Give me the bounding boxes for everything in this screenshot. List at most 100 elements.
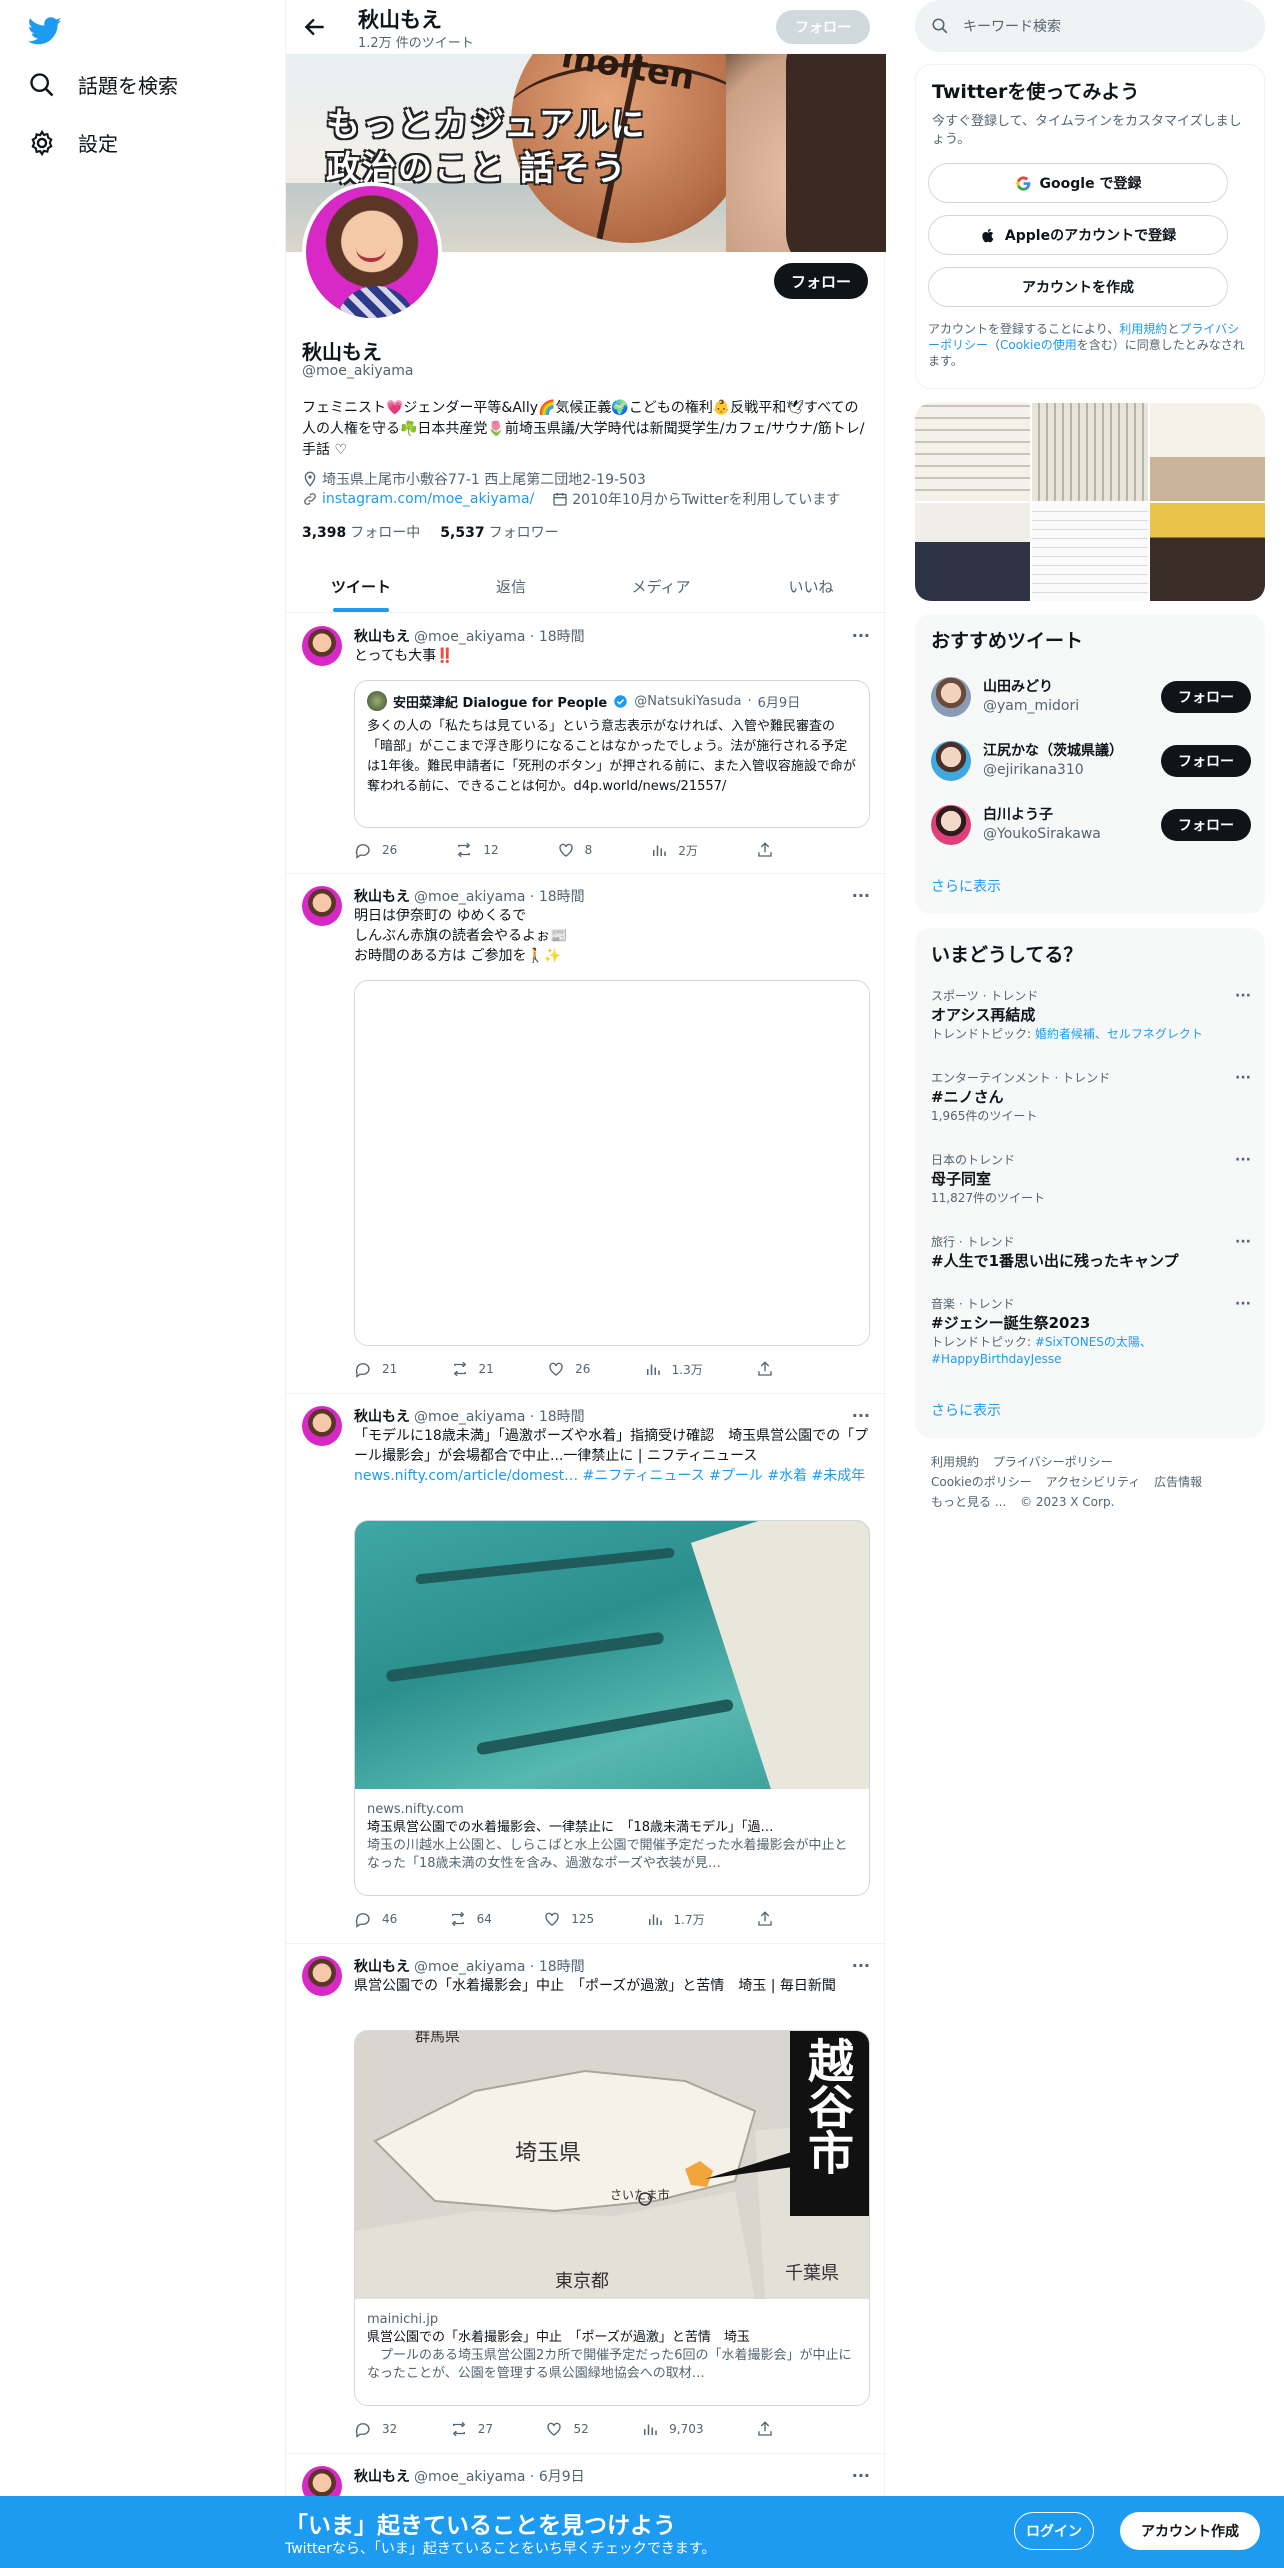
follow-button[interactable]: フォロー bbox=[1161, 809, 1251, 841]
trend-item[interactable]: 音楽 · トレンド #ジェシー誕生祭2023 トレンドトピック: #SixTON… bbox=[931, 1296, 1251, 1368]
tweet[interactable]: 秋山もえ @moe_akiyama · 18時間 ··· 県営公園での「水着撮影会… bbox=[286, 1944, 886, 2454]
reply-button[interactable]: 46 bbox=[354, 1910, 397, 1928]
tweet[interactable]: 秋山もえ @moe_akiyama · 18時間 ··· 明日は伊奈町の ゆめくる… bbox=[286, 874, 886, 1394]
views-button[interactable]: 9,703 bbox=[641, 2420, 704, 2438]
header-follow-button[interactable]: フォロー bbox=[776, 10, 870, 44]
link-card[interactable]: news.nifty.com 埼玉県営公園での水着撮影会、一律禁止に 「18歳未… bbox=[354, 1520, 870, 1896]
following-stat[interactable]: 3,398 フォロー中 bbox=[302, 522, 420, 542]
tweet-links[interactable]: news.nifty.com/article/domest… #ニフティニュース… bbox=[354, 1466, 870, 1486]
more-options-icon[interactable]: ··· bbox=[1235, 1296, 1251, 1312]
share-button[interactable] bbox=[756, 1360, 774, 1378]
recommended-user[interactable]: 白川よう子 @YoukoSirakawa フォロー bbox=[931, 800, 1251, 850]
followers-stat[interactable]: 5,537 フォロワー bbox=[440, 522, 558, 542]
media-thumb[interactable] bbox=[915, 503, 1031, 601]
tweet-avatar[interactable] bbox=[302, 626, 342, 666]
profile-avatar[interactable] bbox=[302, 182, 442, 322]
more-options-icon[interactable]: ··· bbox=[1235, 1234, 1251, 1250]
footer-link[interactable]: プライバシーポリシー bbox=[993, 1455, 1113, 1469]
tweet-header: 秋山もえ @moe_akiyama · 18時間 bbox=[354, 889, 585, 905]
views-button[interactable]: 1.7万 bbox=[646, 1910, 705, 1928]
follow-button[interactable]: フォロー bbox=[1161, 745, 1251, 777]
trend-item[interactable]: エンターテインメント · トレンド #ニノさん 1,965件のツイート ··· bbox=[931, 1070, 1251, 1125]
tweet-avatar[interactable] bbox=[302, 1956, 342, 1996]
trend-item[interactable]: 日本のトレンド 母子同室 11,827件のツイート ··· bbox=[931, 1152, 1251, 1207]
recommended-show-more[interactable]: さらに表示 bbox=[931, 876, 1001, 896]
footer-link[interactable]: もっと見る ... bbox=[931, 1495, 1006, 1509]
more-options-icon[interactable]: ··· bbox=[852, 1956, 870, 1975]
search-input[interactable]: キーワード検索 bbox=[963, 16, 1061, 36]
retweet-button[interactable]: 21 bbox=[451, 1360, 494, 1378]
more-options-icon[interactable]: ··· bbox=[1235, 1070, 1251, 1086]
link-card[interactable]: 群馬県 埼玉県 さいたま市 東京都 千葉県 越谷市 mainichi.jp 県営… bbox=[354, 2030, 870, 2406]
reply-button[interactable]: 26 bbox=[354, 841, 397, 859]
apple-signup-button[interactable]: Appleのアカウントで登録 bbox=[928, 215, 1228, 255]
avatar[interactable] bbox=[931, 741, 971, 781]
reply-button[interactable]: 32 bbox=[354, 2420, 397, 2438]
profile-follow-button[interactable]: フォロー bbox=[774, 263, 868, 299]
twitter-logo-icon[interactable] bbox=[28, 14, 62, 48]
views-button[interactable]: 1.3万 bbox=[644, 1360, 703, 1378]
nav-explore[interactable]: 話題を検索 bbox=[28, 70, 178, 99]
retweet-button[interactable]: 64 bbox=[449, 1910, 492, 1928]
more-options-icon[interactable]: ··· bbox=[852, 1406, 870, 1425]
media-thumb[interactable] bbox=[1149, 403, 1265, 501]
media-thumb[interactable] bbox=[1032, 403, 1148, 501]
share-icon bbox=[758, 1361, 772, 1376]
like-button[interactable]: 125 bbox=[543, 1910, 594, 1928]
back-arrow-icon[interactable] bbox=[302, 14, 328, 40]
footer-link[interactable]: Cookieのポリシー bbox=[931, 1475, 1032, 1489]
search-box[interactable]: キーワード検索 bbox=[915, 0, 1265, 52]
like-button[interactable]: 52 bbox=[545, 2420, 589, 2438]
more-options-icon[interactable]: ··· bbox=[852, 626, 870, 645]
footer-link[interactable]: アクセシビリティ bbox=[1046, 1475, 1141, 1489]
avatar[interactable] bbox=[931, 805, 971, 845]
media-thumb[interactable] bbox=[1032, 503, 1148, 601]
share-button[interactable] bbox=[756, 1910, 774, 1928]
more-options-icon[interactable]: ··· bbox=[852, 2466, 870, 2485]
google-signup-button[interactable]: Google で登録 bbox=[928, 163, 1228, 203]
nav-settings[interactable]: 設定 bbox=[28, 128, 118, 157]
quoted-tweet-header: 安田菜津紀 Dialogue for People @NatsukiYasuda… bbox=[367, 691, 800, 711]
profile-name: 秋山もえ bbox=[302, 340, 382, 364]
tab-likes[interactable]: いいね bbox=[736, 560, 886, 612]
share-button[interactable] bbox=[756, 841, 774, 859]
create-account-button[interactable]: アカウントを作成 bbox=[928, 267, 1228, 307]
share-button[interactable] bbox=[756, 2420, 774, 2438]
terms-link[interactable]: 利用規約 bbox=[1119, 322, 1167, 336]
retweet-button[interactable]: 12 bbox=[455, 841, 499, 859]
media-thumb[interactable] bbox=[915, 403, 1031, 501]
tweet-avatar[interactable] bbox=[302, 1406, 342, 1446]
cookie-link[interactable]: Cookieの使用 bbox=[1000, 338, 1077, 352]
quoted-tweet[interactable]: 安田菜津紀 Dialogue for People @NatsukiYasuda… bbox=[354, 680, 870, 828]
tweet-text: 県営公園での「水着撮影会」中止 「ポーズが過激」と苦情 埼玉 | 毎日新聞 bbox=[354, 1978, 836, 1994]
avatar[interactable] bbox=[931, 677, 971, 717]
tweet[interactable]: 秋山もえ @moe_akiyama · 18時間 ··· 「モデルに18歳未満」「… bbox=[286, 1394, 886, 1944]
like-button[interactable]: 8 bbox=[557, 841, 592, 859]
tweet-actions: 21 21 26 1.3万 bbox=[354, 1360, 774, 1378]
media-thumb[interactable] bbox=[1149, 503, 1265, 601]
trends-show-more[interactable]: さらに表示 bbox=[931, 1400, 1001, 1420]
login-button[interactable]: ログイン bbox=[1014, 2512, 1094, 2550]
reply-button[interactable]: 21 bbox=[354, 1360, 397, 1378]
trend-item[interactable]: スポーツ · トレンド オアシス再結成 トレンドトピック: 婚約者候補、セルフネ… bbox=[931, 988, 1251, 1043]
footer-link[interactable]: 利用規約 bbox=[931, 1455, 979, 1469]
recommended-user[interactable]: 山田みどり @yam_midori フォロー bbox=[931, 672, 1251, 722]
tab-replies[interactable]: 返信 bbox=[436, 560, 586, 612]
tab-tweets[interactable]: ツイート bbox=[286, 560, 436, 612]
views-button[interactable]: 2万 bbox=[650, 841, 698, 859]
like-button[interactable]: 26 bbox=[547, 1360, 590, 1378]
signup-button[interactable]: アカウント作成 bbox=[1120, 2512, 1260, 2550]
profile-website-link[interactable]: instagram.com/moe_akiyama/ bbox=[322, 491, 534, 507]
tweet[interactable]: 秋山もえ @moe_akiyama · 18時間 ··· とっても大事‼️ 安田菜… bbox=[286, 614, 886, 874]
follow-button[interactable]: フォロー bbox=[1161, 681, 1251, 713]
trend-item[interactable]: 旅行 · トレンド #人生で1番思い出に残ったキャンプ ··· bbox=[931, 1234, 1251, 1272]
tab-media[interactable]: メディア bbox=[586, 560, 736, 612]
tweet-media-blank[interactable] bbox=[354, 980, 870, 1346]
recommended-user[interactable]: 江尻かな（茨城県議） @ejirikana310 フォロー bbox=[931, 736, 1251, 786]
tweet-avatar[interactable] bbox=[302, 886, 342, 926]
retweet-button[interactable]: 27 bbox=[450, 2420, 493, 2438]
more-options-icon[interactable]: ··· bbox=[1235, 1152, 1251, 1168]
more-options-icon[interactable]: ··· bbox=[1235, 988, 1251, 1004]
more-options-icon[interactable]: ··· bbox=[852, 886, 870, 905]
footer-link[interactable]: 広告情報 bbox=[1154, 1475, 1202, 1489]
